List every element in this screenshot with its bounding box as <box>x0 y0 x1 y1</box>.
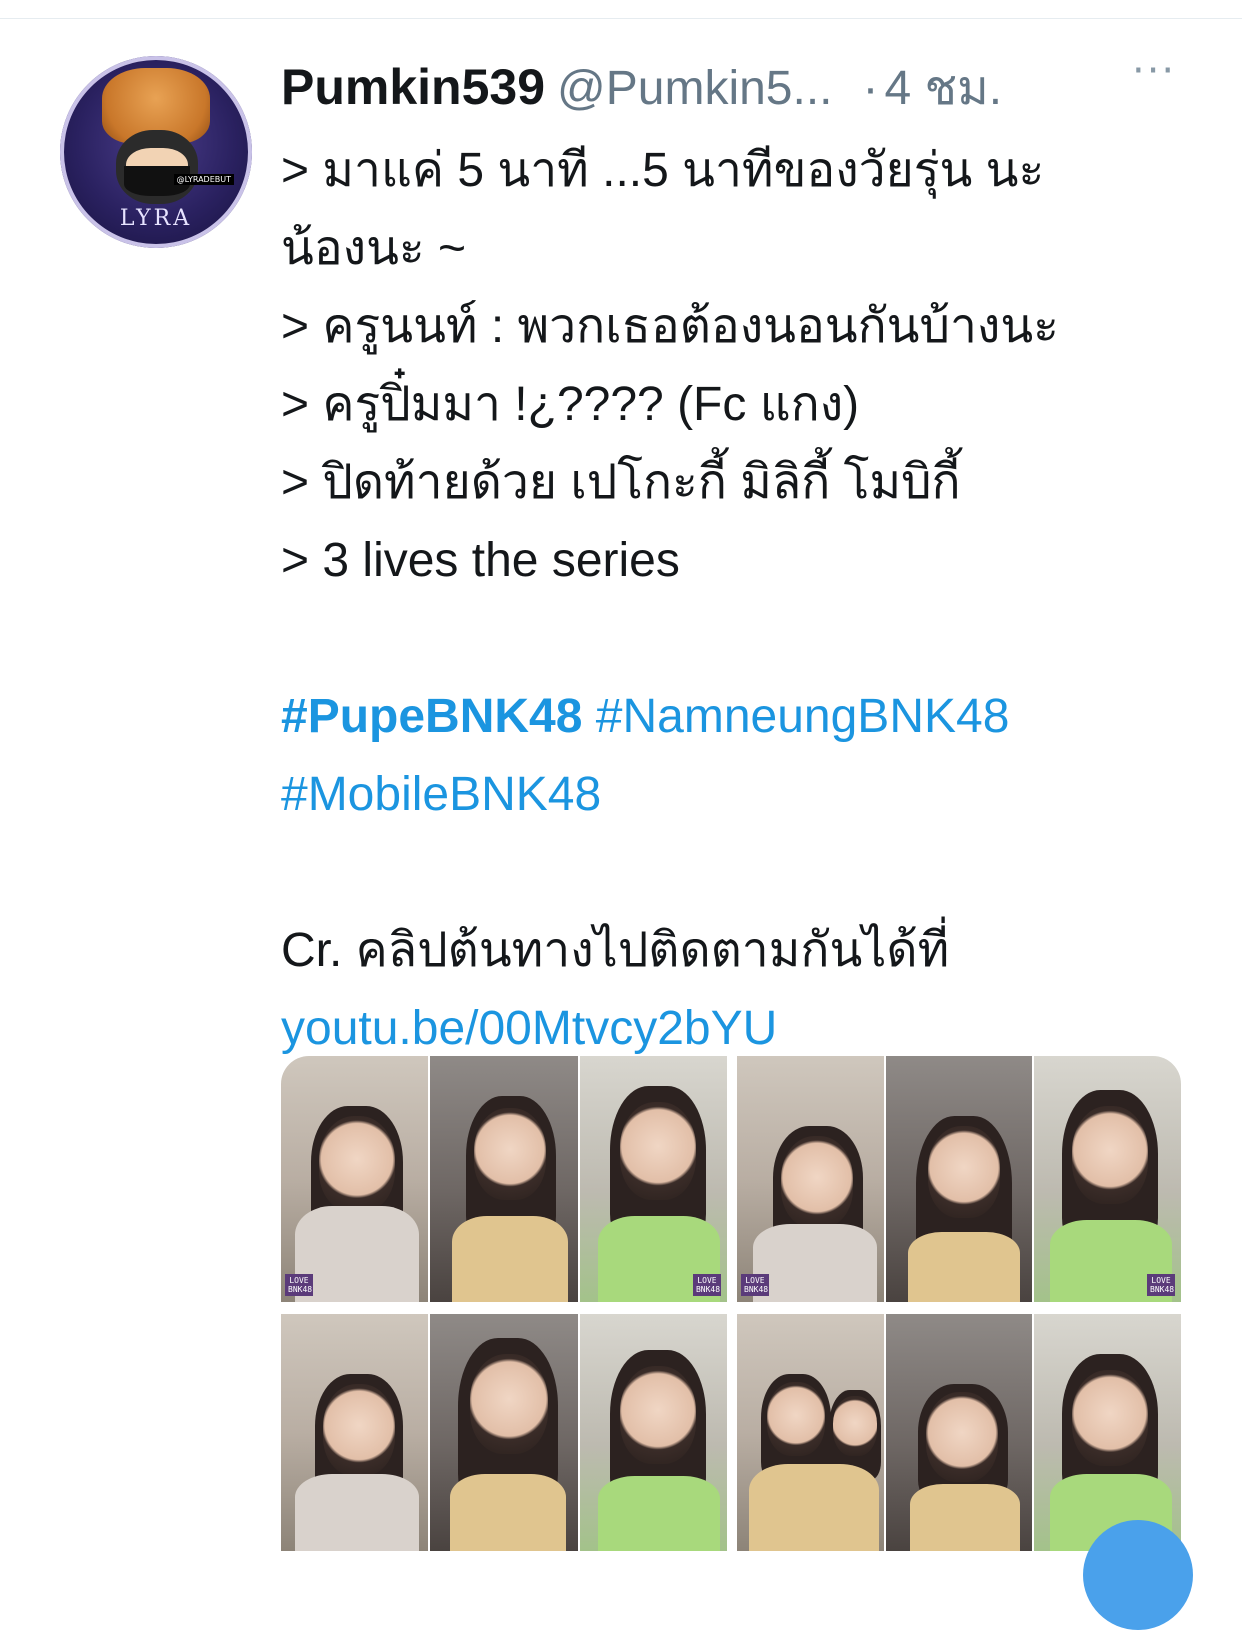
tweet-text-line: > ปิดท้ายด้วย เปโกะกี้ มิลิกี้ โมบิกี้ <box>281 456 961 509</box>
video-panel: LOVE BNK48 <box>737 1056 886 1302</box>
video-panel: LOVE BNK48 <box>281 1056 431 1302</box>
watermark: LOVE BNK48 <box>1147 1274 1176 1296</box>
video-panel <box>737 1314 886 1551</box>
video-panel <box>1034 1314 1181 1551</box>
video-panel <box>430 1056 580 1302</box>
watermark: LOVE BNK48 <box>741 1274 769 1296</box>
top-divider <box>0 18 1242 19</box>
youtube-link[interactable]: youtu.be/00Mtvcy2bYU <box>281 1002 777 1055</box>
tweet-text-line: > ครูปิ๋มมา !¿???? (Fc แกง) <box>281 378 860 431</box>
avatar-tag: @LYRADEBUT <box>173 174 234 185</box>
tweet-text-line: > ครูนนท์ : พวกเธอต้องนอนกันบ้างนะ <box>281 300 1059 353</box>
media-image[interactable] <box>737 1314 1181 1551</box>
media-image[interactable]: LOVE BNK48 LOVE BNK48 <box>281 1056 727 1302</box>
tweet-body: > มาแค่ 5 นาที ...5 นาทีของวัยรุ่น นะ น้… <box>281 132 1181 1068</box>
video-panel <box>885 1056 1035 1302</box>
tweet-header: Pumkin539 @Pumkin5... · 4 ชม. <box>281 50 1181 115</box>
avatar[interactable]: @LYRADEBUT LYRA <box>60 56 252 248</box>
credit-text: Cr. คลิปต้นทางไปติดตามกันได้ที่ <box>281 924 950 977</box>
tweet-timestamp[interactable]: 4 ชม. <box>884 62 1002 115</box>
watermark: LOVE BNK48 <box>692 1274 721 1296</box>
tweet-text-line: > 3 lives the series <box>281 534 680 587</box>
video-panel: LOVE BNK48 <box>1034 1056 1181 1302</box>
hashtag-link[interactable]: #MobileBNK48 <box>281 768 601 821</box>
display-name[interactable]: Pumkin539 <box>281 59 545 115</box>
tweet-text-line: น้องนะ ~ <box>281 222 467 275</box>
separator-dot: · <box>862 62 879 115</box>
media-image[interactable]: LOVE BNK48 LOVE BNK48 <box>737 1056 1181 1302</box>
video-panel <box>885 1314 1035 1551</box>
hashtag-link[interactable]: #NamneungBNK48 <box>596 690 1010 743</box>
watermark: LOVE BNK48 <box>285 1274 313 1296</box>
video-panel <box>430 1314 580 1551</box>
avatar-badge-text: LYRA <box>119 206 193 231</box>
more-options-icon[interactable]: ··· <box>1132 48 1176 94</box>
hashtag-link[interactable]: #PupeBNK48 <box>281 690 582 743</box>
video-panel <box>579 1314 727 1551</box>
hashtag-row: #MobileBNK48 <box>281 756 1181 834</box>
tweet-text-line: > มาแค่ 5 นาที ...5 นาทีของวัยรุ่น นะ <box>281 144 1045 197</box>
compose-tweet-button[interactable] <box>1083 1520 1193 1630</box>
video-panel: LOVE BNK48 <box>579 1056 727 1302</box>
hashtag-row: #PupeBNK48 #NamneungBNK48 <box>281 678 1181 756</box>
media-grid: LOVE BNK48 LOVE BNK48 LOVE BNK48 LOVE BN… <box>281 1056 1181 1551</box>
video-panel <box>281 1314 431 1551</box>
media-image[interactable] <box>281 1314 727 1551</box>
user-handle[interactable]: @Pumkin5... <box>557 62 832 115</box>
